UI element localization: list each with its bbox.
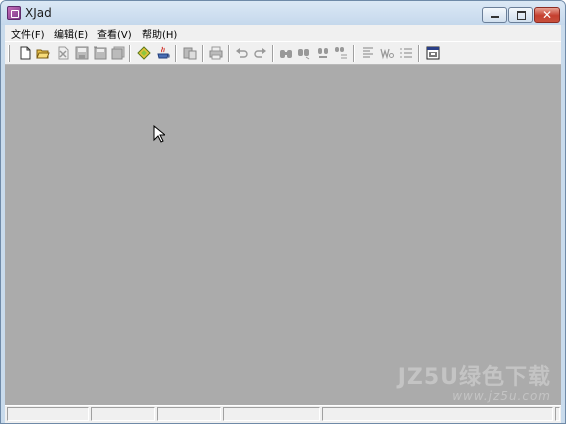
replace-all-icon[interactable] — [334, 46, 348, 60]
resize-grip[interactable] — [555, 407, 560, 421]
maximize-button[interactable] — [508, 7, 533, 23]
app-window: XJad ✕ 文件(F) 编辑(E) 查看(V) 帮助(H) JZ5U绿色下载 … — [0, 0, 566, 424]
title-bar[interactable]: XJad ✕ — [1, 1, 565, 25]
redo-icon[interactable] — [253, 46, 267, 60]
status-pane — [157, 407, 221, 421]
menu-edit[interactable]: 编辑(E) — [54, 26, 88, 41]
find-next-icon[interactable] — [297, 46, 311, 60]
status-pane — [223, 407, 320, 421]
paste-icon[interactable] — [183, 46, 197, 60]
word-wrap-icon[interactable] — [380, 46, 394, 60]
decompile-icon[interactable] — [137, 46, 151, 60]
print-icon[interactable] — [209, 46, 223, 60]
save-icon[interactable] — [75, 46, 89, 60]
minimize-button[interactable] — [482, 7, 507, 23]
status-bar — [5, 405, 561, 423]
toolbar-separator — [228, 45, 230, 62]
menu-file[interactable]: 文件(F) — [11, 26, 45, 41]
app-icon[interactable] — [7, 6, 21, 20]
toolbar-separator — [202, 45, 204, 62]
undo-icon[interactable] — [235, 46, 249, 60]
menu-view[interactable]: 查看(V) — [97, 26, 132, 41]
new-file-icon[interactable] — [18, 46, 32, 60]
replace-icon[interactable] — [316, 46, 330, 60]
window-title: XJad — [25, 6, 52, 20]
save-as-icon[interactable] — [93, 46, 107, 60]
watermark-url: www.jz5u.com — [452, 389, 551, 403]
menu-help[interactable]: 帮助(H) — [142, 26, 177, 41]
toolbar-separator — [272, 45, 274, 62]
close-button[interactable]: ✕ — [534, 7, 560, 23]
status-pane — [91, 407, 155, 421]
save-all-icon[interactable] — [111, 46, 125, 60]
status-pane — [322, 407, 553, 421]
mouse-cursor-icon — [153, 125, 165, 143]
status-pane — [7, 407, 89, 421]
toolbar-separator — [353, 45, 355, 62]
options-icon[interactable] — [426, 46, 440, 60]
line-numbers-icon[interactable] — [399, 46, 413, 60]
menu-bar: 文件(F) 编辑(E) 查看(V) 帮助(H) — [5, 25, 561, 41]
open-folder-icon[interactable] — [36, 46, 50, 60]
delete-icon[interactable] — [56, 46, 70, 60]
watermark: JZ5U绿色下载 www.jz5u.com — [398, 359, 551, 403]
toolbar-separator — [175, 45, 177, 62]
toolbar-separator — [418, 45, 420, 62]
java-icon[interactable] — [156, 46, 170, 60]
align-left-icon[interactable] — [361, 46, 375, 60]
toolbar-grip[interactable] — [8, 45, 10, 62]
toolbar — [5, 41, 561, 65]
find-icon[interactable] — [279, 46, 293, 60]
toolbar-separator — [129, 45, 131, 62]
watermark-brand: JZ5U绿色下载 — [397, 365, 551, 390]
document-area[interactable]: JZ5U绿色下载 www.jz5u.com — [5, 65, 561, 405]
close-icon: ✕ — [541, 8, 553, 22]
